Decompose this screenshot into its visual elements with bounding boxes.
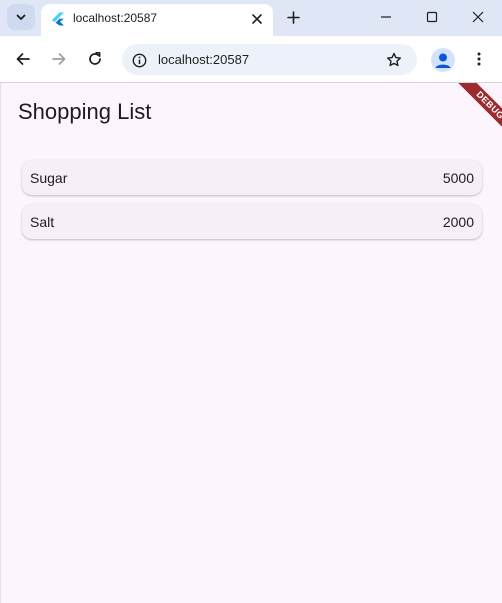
back-button[interactable] <box>10 46 36 72</box>
item-name: Sugar <box>30 170 68 186</box>
list-item[interactable]: Sugar 5000 <box>22 160 482 195</box>
bookmark-button[interactable] <box>384 50 404 70</box>
item-quantity: 5000 <box>442 170 474 186</box>
tab-close-button[interactable] <box>248 10 266 28</box>
app-viewport: Shopping List Sugar 5000 Salt 2000 DEBUG <box>0 83 502 603</box>
back-arrow-icon <box>16 53 30 65</box>
profile-button[interactable] <box>431 48 455 72</box>
browser-tab[interactable]: localhost:20587 <box>41 4 273 36</box>
item-name: Salt <box>30 214 55 230</box>
browser-menu-button[interactable] <box>466 46 492 72</box>
debug-banner-label: DEBUG <box>455 83 502 140</box>
maximize-button[interactable] <box>409 0 455 34</box>
plus-icon <box>286 10 300 24</box>
info-icon <box>132 53 146 67</box>
page-title: Shopping List <box>18 99 152 124</box>
item-quantity: 2000 <box>442 214 474 230</box>
maximize-icon <box>426 11 438 23</box>
kebab-menu-icon <box>477 52 481 66</box>
flutter-icon <box>52 12 64 26</box>
person-icon <box>435 53 451 68</box>
forward-arrow-icon <box>52 53 66 65</box>
close-window-button[interactable] <box>455 0 501 34</box>
tab-strip: localhost:20587 <box>0 0 502 36</box>
new-tab-button[interactable] <box>282 6 304 28</box>
forward-button[interactable] <box>46 46 72 72</box>
star-icon <box>387 52 401 67</box>
address-bar[interactable]: localhost:20587 <box>122 44 417 75</box>
browser-toolbar: localhost:20587 <box>0 36 502 83</box>
minimize-icon <box>381 16 391 18</box>
address-url[interactable]: localhost:20587 <box>158 52 249 67</box>
site-info-button[interactable] <box>130 51 148 69</box>
close-icon <box>472 11 484 23</box>
reload-icon <box>89 51 101 65</box>
close-icon <box>252 14 262 24</box>
tab-title: localhost:20587 <box>73 11 158 25</box>
tab-search-button[interactable] <box>7 4 35 30</box>
minimize-button[interactable] <box>363 0 409 34</box>
reload-button[interactable] <box>82 46 108 72</box>
list-item[interactable]: Salt 2000 <box>22 204 482 239</box>
chevron-down-icon <box>16 14 26 20</box>
debug-banner: DEBUG <box>442 83 502 143</box>
